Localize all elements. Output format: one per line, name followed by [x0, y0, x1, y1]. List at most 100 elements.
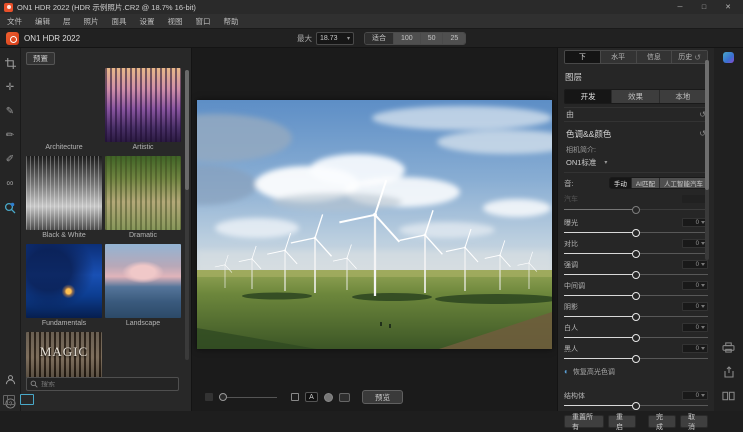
- tab-info[interactable]: 信息: [637, 51, 673, 63]
- slider-value-box[interactable]: 0: [682, 260, 708, 269]
- tab-effects[interactable]: 效果: [612, 90, 659, 103]
- slider-knob[interactable]: [632, 292, 640, 300]
- soft-proof-icon[interactable]: [324, 393, 333, 402]
- compare-view-icon[interactable]: [339, 393, 350, 402]
- size-slider-knob[interactable]: [219, 393, 227, 401]
- search-input[interactable]: [41, 381, 175, 388]
- slider-knob[interactable]: [632, 355, 640, 363]
- highlights-slider[interactable]: [564, 270, 708, 279]
- preset-black-white[interactable]: Black & White: [26, 156, 102, 242]
- preset-artistic-thumbnail[interactable]: [105, 68, 181, 142]
- slider-knob[interactable]: [632, 271, 640, 279]
- preset-dramatic[interactable]: Dramatic: [105, 156, 181, 242]
- size-slider[interactable]: [219, 393, 277, 401]
- tone-ai-auto-button[interactable]: 人工智能汽车: [660, 178, 707, 188]
- tone-manual-button[interactable]: 手动: [610, 178, 632, 188]
- zoom-50-button[interactable]: 50: [421, 33, 444, 44]
- stepper-icon[interactable]: [701, 263, 705, 266]
- preset-fundamentals[interactable]: Fundamentals: [26, 244, 102, 330]
- tab-navigator[interactable]: 下: [565, 51, 601, 63]
- annotation-a-button[interactable]: A: [305, 392, 318, 402]
- menu-settings[interactable]: 设置: [140, 16, 155, 27]
- cancel-button[interactable]: 取消: [680, 415, 708, 428]
- crop-tool-icon[interactable]: [3, 56, 18, 71]
- midtones-slider[interactable]: [564, 291, 708, 300]
- slider-knob[interactable]: [632, 334, 640, 342]
- preset-architecture-thumbnail[interactable]: [26, 68, 102, 142]
- checkbox-icon[interactable]: [291, 393, 299, 401]
- preset-landscape[interactable]: Landscape: [105, 244, 181, 330]
- menu-view[interactable]: 视图: [168, 16, 183, 27]
- blacks-slider[interactable]: [564, 354, 708, 363]
- done-button[interactable]: 完成: [648, 415, 676, 428]
- reset-button[interactable]: 重启: [608, 415, 636, 428]
- preset-artistic[interactable]: Artistic: [105, 68, 181, 154]
- slider-value-box[interactable]: 0: [682, 302, 708, 311]
- shadows-slider[interactable]: [564, 312, 708, 321]
- preset-scrollbar[interactable]: [185, 70, 189, 360]
- move-tool-icon[interactable]: ✛: [3, 80, 18, 95]
- auto-slider-knob[interactable]: [632, 206, 640, 214]
- slider-value-box[interactable]: 0: [682, 281, 708, 290]
- slider-value-box[interactable]: 0: [682, 391, 708, 400]
- print-icon[interactable]: [722, 342, 735, 353]
- tab-local[interactable]: 本地: [660, 90, 707, 103]
- brush-tool-icon[interactable]: ✎: [3, 104, 18, 119]
- camera-profile-dropdown[interactable]: ON1标准 ▾: [566, 157, 708, 168]
- auto-slider[interactable]: [564, 205, 708, 214]
- tab-levels[interactable]: 水平: [601, 51, 637, 63]
- reset-all-button[interactable]: 重置所有: [564, 415, 604, 428]
- slider-value-box[interactable]: 0: [682, 323, 708, 332]
- preset-magic[interactable]: MAGIC: [26, 332, 102, 378]
- menu-file[interactable]: 文件: [7, 16, 22, 27]
- zoom-tool-icon[interactable]: [3, 200, 18, 215]
- photo-wind-turbines[interactable]: [197, 100, 552, 349]
- compare-icon[interactable]: [722, 391, 735, 401]
- menu-window[interactable]: 窗口: [196, 16, 211, 27]
- menu-photo[interactable]: 照片: [84, 16, 99, 27]
- tab-presets[interactable]: 预置: [26, 52, 55, 65]
- zoom-25-button[interactable]: 25: [443, 33, 465, 44]
- slider-value-box[interactable]: 0: [682, 344, 708, 353]
- slider-knob[interactable]: [632, 229, 640, 237]
- contrast-slider[interactable]: [564, 249, 708, 258]
- preview-panel-toggle-icon[interactable]: [20, 394, 34, 405]
- export-icon[interactable]: [723, 366, 735, 378]
- tab-develop[interactable]: 开发: [565, 90, 612, 103]
- stepper-icon[interactable]: [701, 326, 705, 329]
- tab-history[interactable]: 历史 ↺: [672, 51, 707, 63]
- stepper-icon[interactable]: [701, 284, 705, 287]
- stepper-icon[interactable]: [701, 305, 705, 308]
- minimize-button[interactable]: ─: [669, 1, 691, 13]
- preset-magic-thumbnail[interactable]: MAGIC: [26, 332, 102, 378]
- stepper-icon[interactable]: [701, 347, 705, 350]
- chisel-mask-tool-icon[interactable]: ∞: [3, 176, 18, 191]
- browse-panel-toggle-icon[interactable]: [3, 395, 15, 405]
- zoom-100-button[interactable]: 100: [394, 33, 421, 44]
- portrait-tool-icon[interactable]: [3, 372, 18, 387]
- slider-knob[interactable]: [632, 250, 640, 258]
- fit-button[interactable]: 适合: [365, 33, 394, 44]
- preset-landscape-thumbnail[interactable]: [105, 244, 181, 318]
- whites-slider[interactable]: [564, 333, 708, 342]
- close-button[interactable]: ✕: [717, 1, 739, 13]
- exposure-slider[interactable]: [564, 228, 708, 237]
- refine-brush-tool-icon[interactable]: ✐: [3, 152, 18, 167]
- menu-help[interactable]: 帮助: [224, 16, 239, 27]
- menu-edit[interactable]: 编辑: [35, 16, 50, 27]
- slider-knob[interactable]: [632, 402, 640, 410]
- zoom-value-dropdown[interactable]: 18.73 ▾: [316, 32, 354, 45]
- tone-color-header[interactable]: 色调&&颜色 ↺: [564, 126, 708, 141]
- slider-knob[interactable]: [632, 313, 640, 321]
- masking-brush-tool-icon[interactable]: ✏: [3, 128, 18, 143]
- preset-fundamentals-thumbnail[interactable]: [26, 244, 102, 318]
- preset-black-white-thumbnail[interactable]: [26, 156, 102, 230]
- recover-highlights-toggle[interactable]: ◐ 恢复高光色调: [564, 367, 708, 377]
- tone-ai-match-button[interactable]: AI匹配: [632, 178, 660, 188]
- right-panel-scrollbar[interactable]: [705, 60, 709, 260]
- maximize-button[interactable]: □: [693, 1, 715, 13]
- preview-button[interactable]: 预览: [362, 390, 403, 404]
- structure-slider[interactable]: [564, 401, 708, 410]
- preset-architecture[interactable]: Architecture: [26, 68, 102, 154]
- sync-icon[interactable]: [723, 52, 734, 63]
